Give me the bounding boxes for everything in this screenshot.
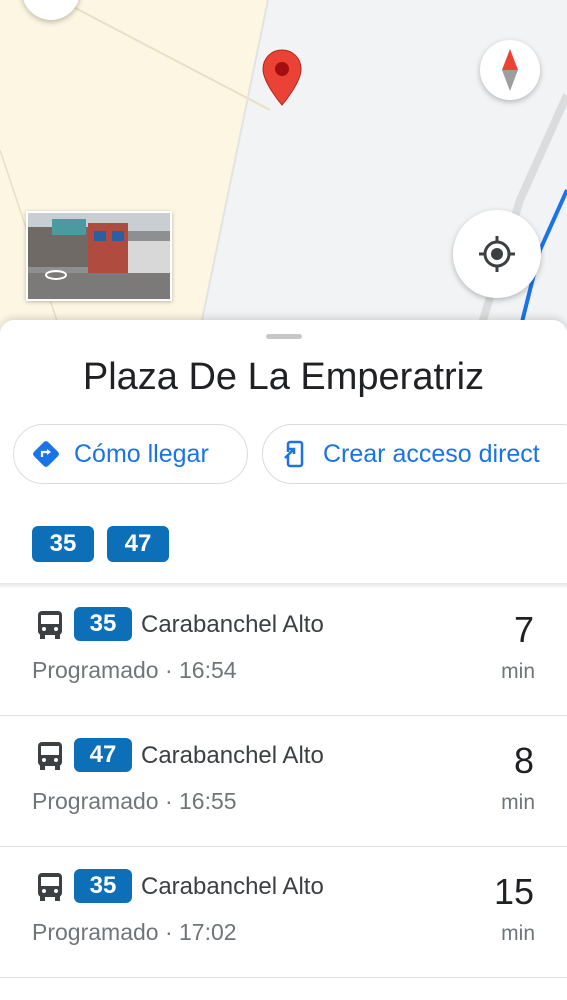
map-pin-icon[interactable]: [262, 49, 302, 107]
bus-icon: [38, 742, 62, 770]
bus-icon: [38, 873, 62, 901]
schedule-status: Programado · 17:02: [32, 919, 237, 945]
departure-row[interactable]: 35 Carabanchel Alto Programado · 16:54 7…: [0, 585, 567, 716]
street-view-image: [28, 213, 170, 299]
line-badge: 47: [74, 738, 132, 772]
directions-label: Cómo llegar: [74, 439, 209, 468]
departure-row[interactable]: 35 Carabanchel Alto Programado · 17:02 1…: [0, 847, 567, 978]
compass-button[interactable]: [480, 40, 540, 100]
directions-icon: [33, 441, 59, 467]
lines-list: 35 47: [32, 526, 169, 562]
destination-label: Carabanchel Alto: [141, 611, 324, 638]
bus-icon: [38, 611, 62, 639]
add-shortcut-icon: [283, 440, 304, 468]
minutes-remaining: 8: [513, 740, 534, 781]
line-badge: 35: [74, 869, 132, 903]
schedule-status: Programado · 16:55: [32, 788, 237, 814]
my-location-icon: [479, 236, 515, 272]
place-bottom-sheet[interactable]: Plaza De La Emperatriz Cómo llegar Crear…: [0, 320, 567, 1000]
departure-row[interactable]: 47 Carabanchel Alto Programado · 16:55 8…: [0, 716, 567, 847]
map-view[interactable]: [0, 0, 567, 330]
line-badge[interactable]: 35: [32, 526, 94, 562]
create-shortcut-button[interactable]: Crear acceso direct: [262, 424, 567, 484]
create-shortcut-label: Crear acceso direct: [323, 439, 540, 468]
minutes-remaining: 15: [493, 871, 534, 912]
compass-icon: [502, 49, 518, 91]
line-badge[interactable]: 47: [107, 526, 169, 562]
sheet-drag-handle[interactable]: [266, 334, 302, 339]
destination-label: Carabanchel Alto: [141, 742, 324, 769]
schedule-status: Programado · 16:54: [32, 657, 237, 683]
line-badge: 35: [74, 607, 132, 641]
place-title: Plaza De La Emperatriz: [82, 356, 485, 398]
my-location-button[interactable]: [453, 210, 541, 298]
row-divider: [0, 977, 567, 978]
minutes-remaining: 7: [513, 609, 534, 650]
minutes-unit: min: [501, 791, 535, 814]
street-view-thumbnail[interactable]: [26, 211, 172, 301]
destination-label: Carabanchel Alto: [141, 873, 324, 900]
directions-button[interactable]: Cómo llegar: [13, 424, 248, 484]
minutes-unit: min: [501, 660, 535, 683]
minutes-unit: min: [501, 922, 535, 945]
